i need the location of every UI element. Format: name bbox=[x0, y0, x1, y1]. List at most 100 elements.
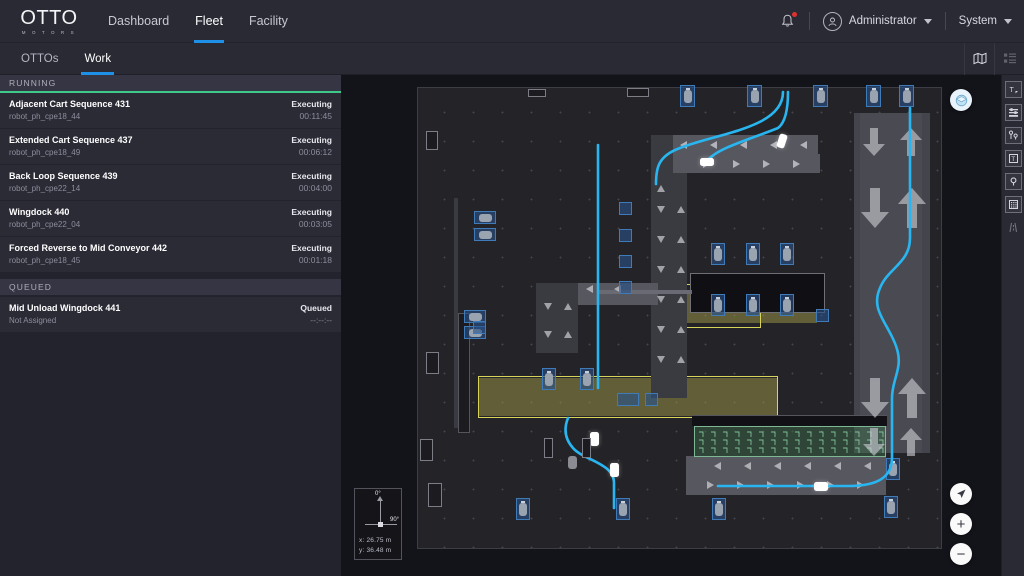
chevron-down-icon bbox=[1004, 19, 1012, 24]
task-row[interactable]: Extended Cart Sequence 437 robot_ph_cpe1… bbox=[0, 129, 341, 165]
task-title: Forced Reverse to Mid Conveyor 442 bbox=[9, 243, 283, 254]
logo-wordmark: OTTO bbox=[20, 8, 77, 28]
label-icon[interactable]: T bbox=[1005, 150, 1022, 167]
top-nav-right-group: Administrator System bbox=[779, 0, 1024, 43]
zoom-out-button[interactable]: − bbox=[950, 543, 972, 565]
path-lanes-icon[interactable] bbox=[1005, 219, 1022, 236]
coordinate-x: x: 26.75 m bbox=[359, 536, 397, 546]
task-title: Mid Unload Wingdock 441 bbox=[9, 303, 292, 314]
facility-map[interactable]: + − 0° 90° x: 26.75 m y: 36.48 m bbox=[341, 75, 1001, 576]
add-text-icon[interactable]: T bbox=[1005, 81, 1022, 98]
divider bbox=[945, 12, 946, 30]
group-header-running: RUNNING bbox=[0, 75, 341, 93]
status-badge: Queued bbox=[300, 303, 332, 314]
task-info: Extended Cart Sequence 437 robot_ph_cpe1… bbox=[9, 135, 283, 158]
svg-text:T: T bbox=[1009, 87, 1014, 94]
task-robot-id: robot_ph_cpe22_04 bbox=[9, 219, 283, 230]
sub-navigation-bar: OTTOs Work bbox=[0, 43, 1024, 75]
navigate-arrow-icon[interactable] bbox=[950, 483, 972, 505]
compass-icon: 0° 90° bbox=[359, 492, 397, 536]
task-info: Wingdock 440 robot_ph_cpe22_04 bbox=[9, 207, 283, 230]
work-task-panel: RUNNING Adjacent Cart Sequence 431 robot… bbox=[0, 75, 341, 576]
task-status-group: Executing 00:06:12 bbox=[291, 135, 332, 158]
map-view-icon[interactable] bbox=[964, 43, 994, 75]
status-badge: Executing bbox=[291, 99, 332, 110]
task-robot-id: Not Assigned bbox=[9, 315, 292, 326]
robot-marker[interactable] bbox=[700, 158, 714, 166]
task-elapsed-time: 00:01:18 bbox=[291, 255, 332, 266]
task-info: Forced Reverse to Mid Conveyor 442 robot… bbox=[9, 243, 283, 266]
task-elapsed-time: 00:06:12 bbox=[291, 147, 332, 158]
status-badge: Executing bbox=[291, 243, 332, 254]
task-status-group: Executing 00:11:45 bbox=[291, 99, 332, 122]
robot-marker-idle[interactable] bbox=[568, 456, 577, 469]
task-elapsed-time: 00:04:00 bbox=[291, 183, 332, 194]
logo-subtext: M O T O R S bbox=[22, 30, 76, 35]
coordinate-y: y: 36.48 m bbox=[359, 546, 397, 556]
map-canvas[interactable]: + − 0° 90° x: 26.75 m y: 36.48 m bbox=[341, 75, 1001, 576]
divider bbox=[809, 12, 810, 30]
list-view-icon[interactable] bbox=[994, 43, 1024, 75]
task-status-group: Queued --:--:-- bbox=[300, 303, 332, 326]
status-badge: Executing bbox=[291, 135, 332, 146]
notification-badge bbox=[792, 12, 797, 17]
task-status-group: Executing 00:04:00 bbox=[291, 171, 332, 194]
group-header-queued: QUEUED bbox=[0, 279, 341, 297]
zoom-in-button[interactable]: + bbox=[950, 513, 972, 535]
task-title: Wingdock 440 bbox=[9, 207, 283, 218]
nav-item-facility[interactable]: Facility bbox=[236, 0, 301, 43]
task-row[interactable]: Mid Unload Wingdock 441 Not Assigned Que… bbox=[0, 297, 341, 333]
map-tools-toolbar: T T bbox=[1001, 75, 1024, 576]
robot-marker[interactable] bbox=[610, 463, 619, 477]
tab-ottos[interactable]: OTTOs bbox=[10, 43, 69, 75]
user-avatar-icon bbox=[823, 12, 842, 31]
obstacle bbox=[582, 438, 591, 458]
map-floor-plan bbox=[417, 87, 942, 549]
waypoints-icon[interactable] bbox=[1005, 127, 1022, 144]
task-title: Adjacent Cart Sequence 431 bbox=[9, 99, 283, 110]
task-robot-id: robot_ph_cpe22_14 bbox=[9, 183, 283, 194]
compass-coordinate-widget: 0° 90° x: 26.75 m y: 36.48 m bbox=[354, 488, 402, 560]
otto-motors-logo[interactable]: OTTO M O T O R S bbox=[10, 8, 88, 35]
top-navigation-bar: OTTO M O T O R S Dashboard Fleet Facilit… bbox=[0, 0, 1024, 43]
tab-work[interactable]: Work bbox=[73, 43, 122, 75]
task-row[interactable]: Forced Reverse to Mid Conveyor 442 robot… bbox=[0, 237, 341, 273]
task-info: Mid Unload Wingdock 441 Not Assigned bbox=[9, 303, 292, 326]
task-status-group: Executing 00:01:18 bbox=[291, 243, 332, 266]
lanes-icon[interactable] bbox=[1005, 104, 1022, 121]
task-row[interactable]: Wingdock 440 robot_ph_cpe22_04 Executing… bbox=[0, 201, 341, 237]
task-row[interactable]: Back Loop Sequence 439 robot_ph_cpe22_14… bbox=[0, 165, 341, 201]
user-menu[interactable]: Administrator bbox=[823, 12, 932, 31]
task-info: Adjacent Cart Sequence 431 robot_ph_cpe1… bbox=[9, 99, 283, 122]
bell-icon[interactable] bbox=[779, 13, 796, 30]
system-menu[interactable]: System bbox=[959, 15, 1012, 27]
task-title: Back Loop Sequence 439 bbox=[9, 171, 283, 182]
view-toggle-group bbox=[964, 43, 1024, 75]
task-robot-id: robot_ph_cpe18_45 bbox=[9, 255, 283, 266]
task-robot-id: robot_ph_cpe18_44 bbox=[9, 111, 283, 122]
task-elapsed-time: 00:11:45 bbox=[291, 111, 332, 122]
application-root: OTTO M O T O R S Dashboard Fleet Facilit… bbox=[0, 0, 1024, 576]
compass-east-label: 90° bbox=[390, 517, 399, 523]
nav-item-dashboard[interactable]: Dashboard bbox=[95, 0, 182, 43]
place-marker-icon[interactable] bbox=[1005, 173, 1022, 190]
robot-paths bbox=[418, 88, 943, 550]
system-label: System bbox=[959, 15, 997, 27]
grid-zone-icon[interactable] bbox=[1005, 196, 1022, 213]
robot-marker[interactable] bbox=[590, 432, 599, 446]
svg-text:T: T bbox=[1011, 156, 1015, 163]
task-info: Back Loop Sequence 439 robot_ph_cpe22_14 bbox=[9, 171, 283, 194]
robot-marker[interactable] bbox=[814, 482, 828, 491]
task-robot-id: robot_ph_cpe18_49 bbox=[9, 147, 283, 158]
nav-item-fleet[interactable]: Fleet bbox=[182, 0, 236, 43]
chevron-down-icon bbox=[924, 19, 932, 24]
task-row[interactable]: Adjacent Cart Sequence 431 robot_ph_cpe1… bbox=[0, 93, 341, 129]
task-elapsed-time: 00:03:05 bbox=[291, 219, 332, 230]
status-badge: Executing bbox=[291, 171, 332, 182]
main-nav: Dashboard Fleet Facility bbox=[95, 0, 301, 43]
user-name-label: Administrator bbox=[849, 15, 917, 27]
obstacle bbox=[544, 438, 553, 458]
map-controls: + − bbox=[950, 483, 972, 565]
task-elapsed-time: --:--:-- bbox=[300, 315, 332, 326]
globe-icon[interactable] bbox=[950, 89, 972, 111]
